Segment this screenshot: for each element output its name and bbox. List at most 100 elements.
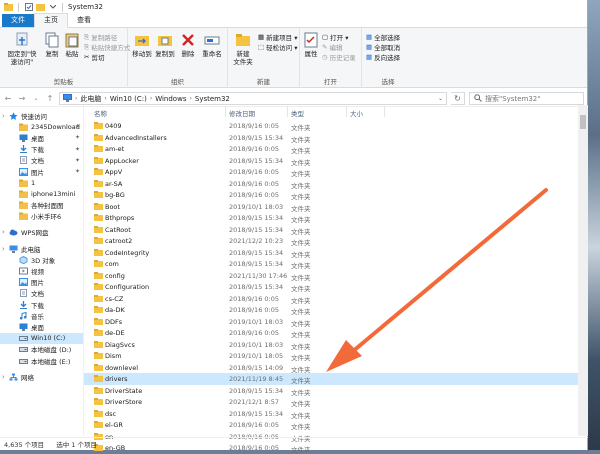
nav-item[interactable]: 各种封面图 (0, 200, 83, 211)
nav-item[interactable]: › 网络 (0, 371, 83, 382)
move-to-button[interactable]: 移动到 (131, 32, 153, 58)
table-row[interactable]: DriverState 2018/9/15 15:34 文件夹 (84, 385, 578, 397)
nav-item[interactable]: 图片 (0, 277, 83, 288)
tab-home[interactable]: 主页 (34, 13, 68, 28)
nav-item[interactable]: › 快速访问 (0, 110, 83, 121)
column-divider[interactable] (225, 106, 226, 117)
cut-button[interactable]: ✂ 剪切 (84, 52, 104, 62)
new-folder-button[interactable]: 新建 文件夹 (231, 32, 255, 66)
rename-button[interactable]: 重命名 (200, 32, 224, 58)
column-size[interactable]: 大小 (350, 108, 363, 118)
chevron-right-icon[interactable]: › (2, 245, 5, 253)
nav-item[interactable]: iphone13mini (0, 188, 83, 199)
table-row[interactable]: Boot 2019/10/1 18:03 文件夹 (84, 201, 578, 213)
table-row[interactable]: AppV 2018/9/16 0:05 文件夹 (84, 166, 578, 178)
tab-view[interactable]: 查看 (68, 14, 100, 27)
column-date[interactable]: 修改日期 (229, 108, 255, 118)
recent-locations-icon[interactable]: ⌄ (31, 95, 41, 102)
table-row[interactable]: DriverStore 2021/12/1 8:57 文件夹 (84, 396, 578, 408)
table-row[interactable]: drivers 2021/11/19 8:45 文件夹 (84, 373, 578, 385)
table-row[interactable]: Dism 2019/10/1 18:05 文件夹 (84, 350, 578, 362)
history-button[interactable]: ◷ 历史记录 (322, 52, 356, 62)
column-divider[interactable] (384, 106, 385, 117)
delete-button[interactable]: 删除 (178, 32, 198, 58)
column-type[interactable]: 类型 (291, 108, 304, 118)
table-row[interactable]: downlevel 2018/9/15 14:09 文件夹 (84, 362, 578, 374)
table-row[interactable]: DDFs 2019/10/1 18:03 文件夹 (84, 316, 578, 328)
easy-access-button[interactable]: ⬚ 轻松访问 ▾ (258, 42, 298, 52)
chevron-right-icon[interactable]: › (2, 112, 5, 120)
table-row[interactable]: dsc 2018/9/15 15:34 文件夹 (84, 408, 578, 420)
paste-button[interactable]: 粘贴 (62, 32, 82, 58)
table-row[interactable]: AppLocker 2018/9/15 15:34 文件夹 (84, 155, 578, 167)
forward-arrow-icon[interactable]: → (17, 94, 27, 103)
nav-item[interactable]: 小米手环6 (0, 211, 83, 222)
nav-item[interactable]: 图片 ✦ (0, 166, 83, 177)
paste-shortcut-button[interactable]: ⎘ 粘贴快捷方式 (84, 42, 130, 53)
folder-icon[interactable] (36, 3, 45, 12)
back-arrow-icon[interactable]: ← (3, 94, 13, 103)
properties-button[interactable]: 属性 (302, 32, 320, 58)
chevron-right-icon[interactable]: › (2, 373, 5, 381)
table-row[interactable]: com 2018/9/15 15:34 文件夹 (84, 258, 578, 270)
select-none-button[interactable]: ▦ 全部取消 (366, 42, 400, 52)
vertical-scrollbar[interactable] (578, 105, 588, 436)
nav-item[interactable]: 视频 (0, 265, 83, 276)
checkbox-icon[interactable] (24, 3, 33, 12)
up-arrow-icon[interactable]: ↑ (45, 94, 55, 103)
table-row[interactable]: el-GR 2018/9/16 0:05 文件夹 (84, 419, 578, 431)
table-row[interactable]: bg-BG 2018/9/16 0:05 文件夹 (84, 189, 578, 201)
nav-item[interactable]: 下载 (0, 299, 83, 310)
nav-item[interactable]: 文档 (0, 288, 83, 299)
nav-item[interactable]: 桌面 (0, 321, 83, 332)
chevron-right-icon[interactable]: › (2, 228, 5, 236)
table-row[interactable]: cs-CZ 2018/9/16 0:05 文件夹 (84, 293, 578, 305)
select-all-button[interactable]: ▦ 全部选择 (366, 32, 400, 42)
copy-button[interactable]: 复制 (42, 32, 62, 58)
breadcrumb-windows[interactable]: Windows (155, 95, 186, 103)
table-row[interactable]: da-DK 2018/9/16 0:05 文件夹 (84, 304, 578, 316)
nav-item[interactable]: 桌面 ✦ (0, 132, 83, 143)
breadcrumb-this-pc[interactable]: 此电脑 (80, 94, 101, 104)
table-row[interactable]: Configuration 2018/9/15 15:34 文件夹 (84, 281, 578, 293)
table-row[interactable]: ar-SA 2018/9/16 0:05 文件夹 (84, 178, 578, 190)
nav-item[interactable]: 文档 ✦ (0, 155, 83, 166)
table-row[interactable]: 0409 2018/9/16 0:05 文件夹 (84, 120, 578, 132)
column-divider[interactable] (346, 106, 347, 117)
breadcrumb-drive-c[interactable]: Win10 (C:) (110, 95, 147, 103)
nav-item[interactable]: 音乐 (0, 310, 83, 321)
copy-to-button[interactable]: 复制到 (154, 32, 176, 58)
nav-item[interactable]: 1 (0, 177, 83, 188)
table-row[interactable]: CodeIntegrity 2018/9/15 15:34 文件夹 (84, 247, 578, 259)
table-row[interactable]: catroot2 2021/12/2 10:23 文件夹 (84, 235, 578, 247)
table-row[interactable]: DiagSvcs 2019/10/1 18:03 文件夹 (84, 339, 578, 351)
scrollbar-thumb[interactable] (580, 115, 586, 129)
column-divider[interactable] (287, 106, 288, 117)
nav-item[interactable]: 本地磁盘 (E:) (0, 355, 83, 366)
nav-item[interactable]: 下载 ✦ (0, 144, 83, 155)
copy-path-button[interactable]: ⎘ 复制路径 (84, 32, 117, 43)
nav-item[interactable]: 3D 对象 (0, 254, 83, 265)
address-dropdown-icon[interactable]: ⌄ (438, 95, 443, 102)
table-row[interactable]: Bthprops 2018/9/15 15:34 文件夹 (84, 212, 578, 224)
nav-item[interactable]: 2345Download ✦ (0, 121, 83, 132)
table-row[interactable]: am-et 2018/9/16 0:05 文件夹 (84, 143, 578, 155)
column-name[interactable]: 名称 (94, 108, 107, 118)
nav-item[interactable]: Win10 (C:) (0, 332, 83, 344)
refresh-button[interactable]: ↻ (451, 92, 465, 105)
edit-button[interactable]: ✎ 编辑 (322, 42, 342, 52)
open-button[interactable]: ▢ 打开 ▾ (322, 32, 349, 42)
nav-item[interactable]: › 此电脑 (0, 243, 83, 254)
tab-file[interactable]: 文件 (2, 14, 34, 27)
nav-item[interactable]: 本地磁盘 (D:) (0, 344, 83, 355)
search-input[interactable]: 搜索"System32" (469, 92, 584, 105)
nav-item[interactable]: › WPS网盘 (0, 227, 83, 238)
address-bar[interactable]: › 此电脑 › Win10 (C:) › Windows › System32 … (59, 92, 447, 105)
table-row[interactable]: de-DE 2018/9/16 0:05 文件夹 (84, 327, 578, 339)
table-row[interactable]: config 2021/11/30 17:46 文件夹 (84, 270, 578, 282)
new-item-button[interactable]: ▦ 新建项目 ▾ (258, 32, 298, 42)
table-row[interactable]: AdvancedInstallers 2018/9/15 15:34 文件夹 (84, 132, 578, 144)
pin-quick-access-button[interactable]: 固定到"快 速访问" (2, 32, 42, 66)
invert-selection-button[interactable]: ▦ 反向选择 (366, 52, 400, 62)
breadcrumb-system32[interactable]: System32 (195, 95, 230, 103)
